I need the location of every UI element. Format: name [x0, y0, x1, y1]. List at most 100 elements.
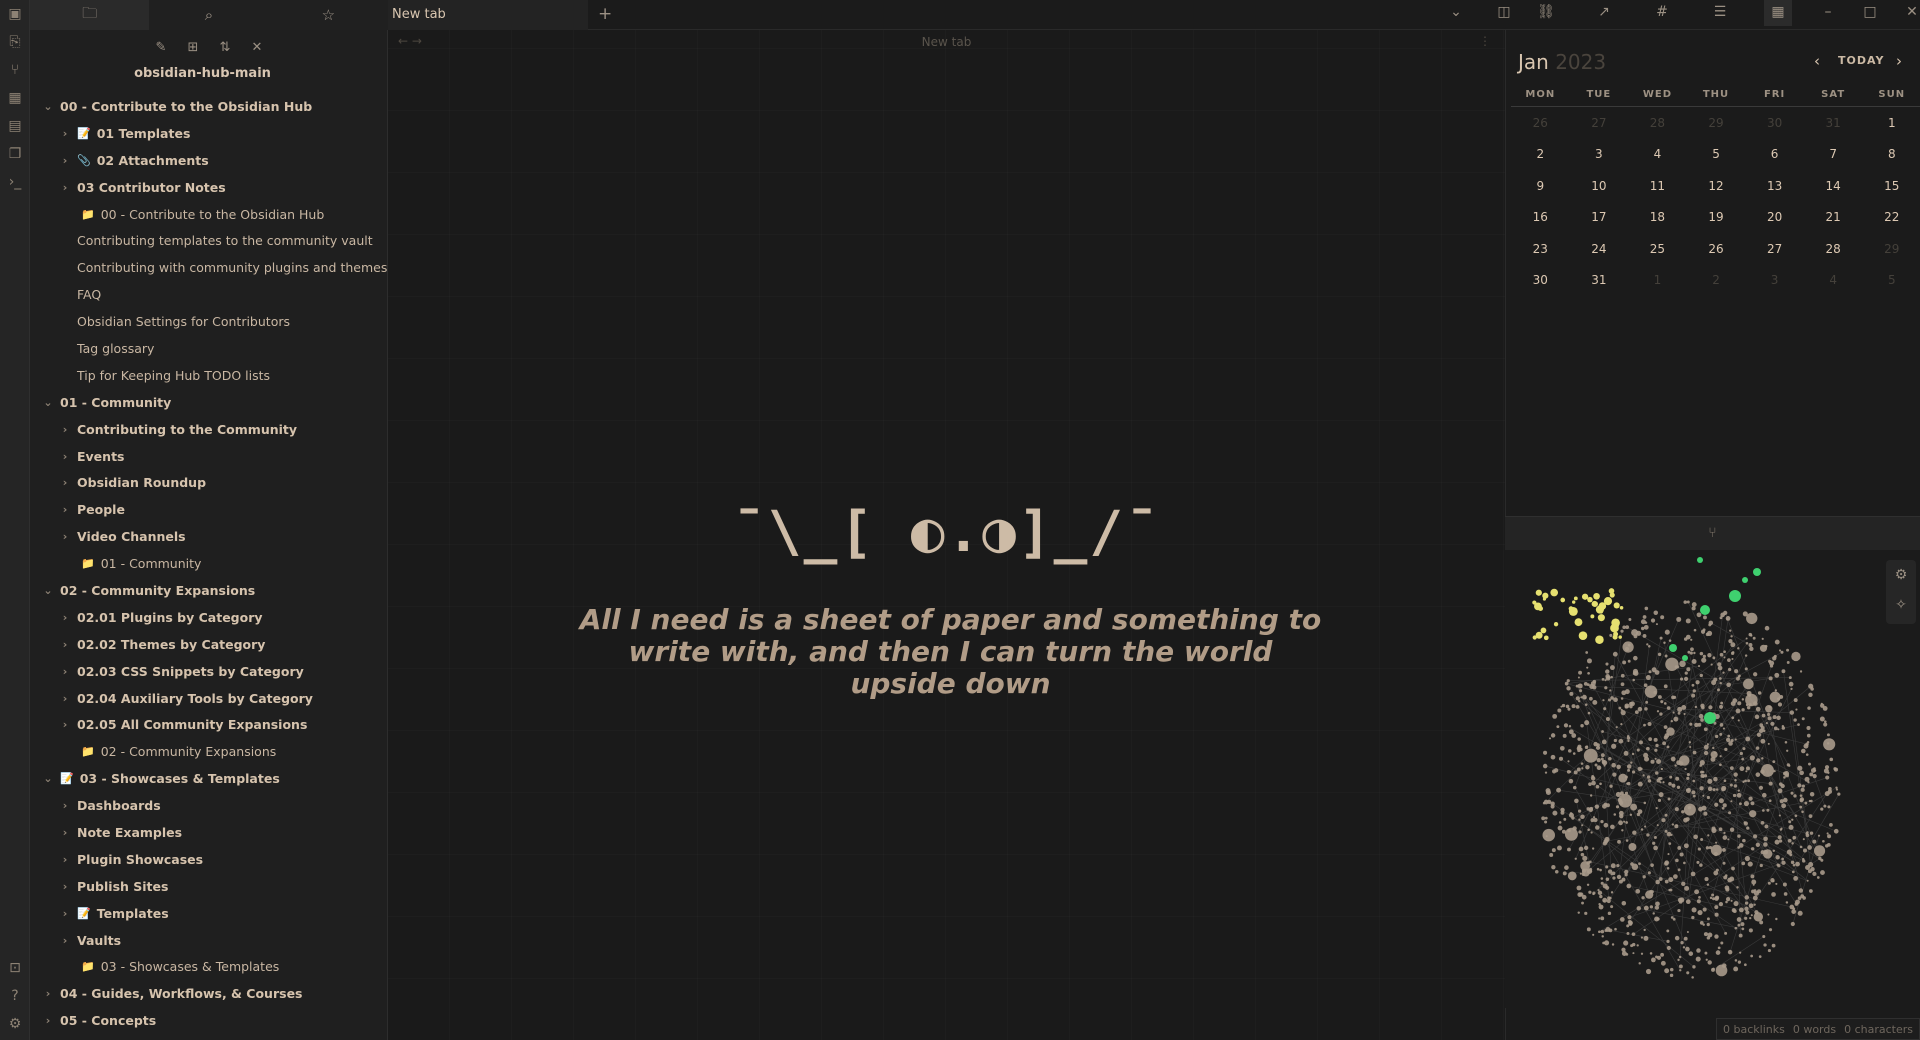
graph-node[interactable]: [1584, 911, 1588, 915]
graph-node[interactable]: [1605, 662, 1609, 666]
graph-node[interactable]: [1568, 749, 1572, 753]
graph-node[interactable]: [1795, 899, 1800, 905]
graph-node[interactable]: [1691, 693, 1696, 698]
graph-node[interactable]: [1772, 880, 1775, 883]
graph-node[interactable]: [1608, 756, 1612, 761]
graph-view-icon[interactable]: ⑂: [0, 58, 30, 82]
graph-node-yellow[interactable]: [1532, 635, 1537, 640]
files-icon[interactable]: 🗀: [30, 0, 150, 30]
graph-node[interactable]: [1649, 905, 1654, 909]
graph-node[interactable]: [1649, 952, 1653, 955]
graph-node[interactable]: [1808, 799, 1812, 803]
tree-folder[interactable]: › People: [30, 496, 385, 523]
calendar-day[interactable]: 3: [1745, 273, 1804, 287]
graph-node[interactable]: [1660, 615, 1665, 620]
graph-node[interactable]: [1767, 742, 1770, 745]
graph-node[interactable]: [1788, 824, 1794, 830]
graph-node[interactable]: [1578, 699, 1581, 703]
graph-node[interactable]: [1677, 846, 1682, 850]
graph-node[interactable]: [1829, 757, 1834, 762]
graph-node[interactable]: [1597, 888, 1600, 892]
command-palette-icon[interactable]: ›_: [0, 170, 30, 194]
tree-note[interactable]: Tag glossary: [30, 335, 385, 362]
graph-node[interactable]: [1742, 780, 1745, 784]
graph-node[interactable]: [1599, 868, 1602, 872]
graph-node[interactable]: [1780, 650, 1784, 654]
graph-node[interactable]: [1799, 794, 1803, 797]
graph-node[interactable]: [1717, 662, 1722, 667]
graph-node[interactable]: [1702, 923, 1705, 926]
tree-note[interactable]: 📁 01 - Community: [30, 550, 385, 577]
graph-node[interactable]: [1714, 912, 1719, 917]
graph-node[interactable]: [1825, 775, 1830, 780]
graph-node[interactable]: [1578, 818, 1581, 821]
graph-node[interactable]: [1714, 934, 1719, 939]
tree-folder[interactable]: › 📝 Templates: [30, 900, 385, 927]
sort-icon[interactable]: ⇅: [214, 36, 236, 58]
graph-node[interactable]: [1586, 927, 1591, 932]
tree-note[interactable]: FAQ: [30, 281, 385, 308]
graph-node[interactable]: [1738, 674, 1741, 678]
graph-node[interactable]: [1712, 788, 1716, 792]
graph-node[interactable]: [1666, 706, 1671, 710]
graph-node[interactable]: [1773, 654, 1777, 658]
graph-node[interactable]: [1557, 708, 1562, 713]
graph-node[interactable]: [1564, 681, 1569, 686]
graph-node[interactable]: [1605, 865, 1609, 869]
graph-node[interactable]: [1691, 683, 1695, 687]
graph-node[interactable]: [1625, 952, 1629, 956]
graph-node[interactable]: [1670, 719, 1674, 723]
graph-node[interactable]: [1742, 611, 1748, 617]
graph-node[interactable]: [1694, 705, 1698, 709]
graph-node[interactable]: [1632, 952, 1635, 955]
graph-node[interactable]: [1601, 935, 1604, 938]
chevron-right-icon[interactable]: ›: [57, 692, 73, 705]
graph-node[interactable]: [1696, 948, 1701, 953]
graph-node[interactable]: [1725, 900, 1728, 904]
graph-node[interactable]: [1567, 828, 1571, 833]
graph-node[interactable]: [1673, 716, 1679, 722]
graph-node[interactable]: [1775, 882, 1778, 885]
close-icon[interactable]: ✕: [1898, 4, 1920, 20]
graph-node[interactable]: [1663, 725, 1668, 729]
graph-node[interactable]: [1558, 821, 1562, 824]
graph-node[interactable]: [1562, 871, 1567, 876]
graph-node[interactable]: [1590, 831, 1593, 834]
graph-node[interactable]: [1598, 904, 1604, 910]
graph-node[interactable]: [1577, 748, 1581, 753]
graph-node[interactable]: [1735, 708, 1741, 714]
calendar-day[interactable]: 20: [1745, 210, 1804, 224]
graph-node[interactable]: [1781, 803, 1787, 809]
graph-node-yellow[interactable]: [1619, 606, 1624, 610]
graph-node[interactable]: [1793, 718, 1797, 722]
graph-node[interactable]: [1679, 969, 1682, 972]
graph-node[interactable]: [1618, 879, 1623, 884]
chevron-right-icon[interactable]: ›: [57, 826, 73, 839]
graph-node[interactable]: [1569, 691, 1574, 696]
graph-node[interactable]: [1653, 845, 1658, 851]
graph-node[interactable]: [1657, 695, 1662, 699]
graph-node[interactable]: [1635, 888, 1641, 894]
graph-node[interactable]: [1764, 625, 1770, 631]
graph-node-yellow[interactable]: [1603, 597, 1613, 606]
graph-node[interactable]: [1616, 874, 1622, 880]
graph-node[interactable]: [1719, 723, 1724, 727]
new-note-icon[interactable]: ✎: [150, 36, 172, 58]
graph-node[interactable]: [1607, 869, 1613, 874]
graph-node[interactable]: [1566, 679, 1570, 683]
graph-node[interactable]: [1585, 651, 1589, 654]
graph-node[interactable]: [1668, 888, 1671, 892]
graph-node[interactable]: [1655, 901, 1660, 907]
graph-node[interactable]: [1701, 770, 1705, 774]
graph-node[interactable]: [1587, 828, 1590, 832]
graph-node[interactable]: [1700, 718, 1704, 722]
chevron-right-icon[interactable]: ›: [57, 665, 73, 678]
calendar-day[interactable]: 27: [1570, 116, 1629, 130]
graph-node[interactable]: [1761, 792, 1767, 798]
graph-node[interactable]: [1737, 960, 1742, 964]
graph-node[interactable]: [1627, 915, 1632, 920]
graph-node[interactable]: [1795, 861, 1800, 867]
graph-node[interactable]: [1809, 831, 1814, 835]
graph-node[interactable]: [1609, 784, 1613, 788]
graph-node[interactable]: [1784, 740, 1788, 744]
